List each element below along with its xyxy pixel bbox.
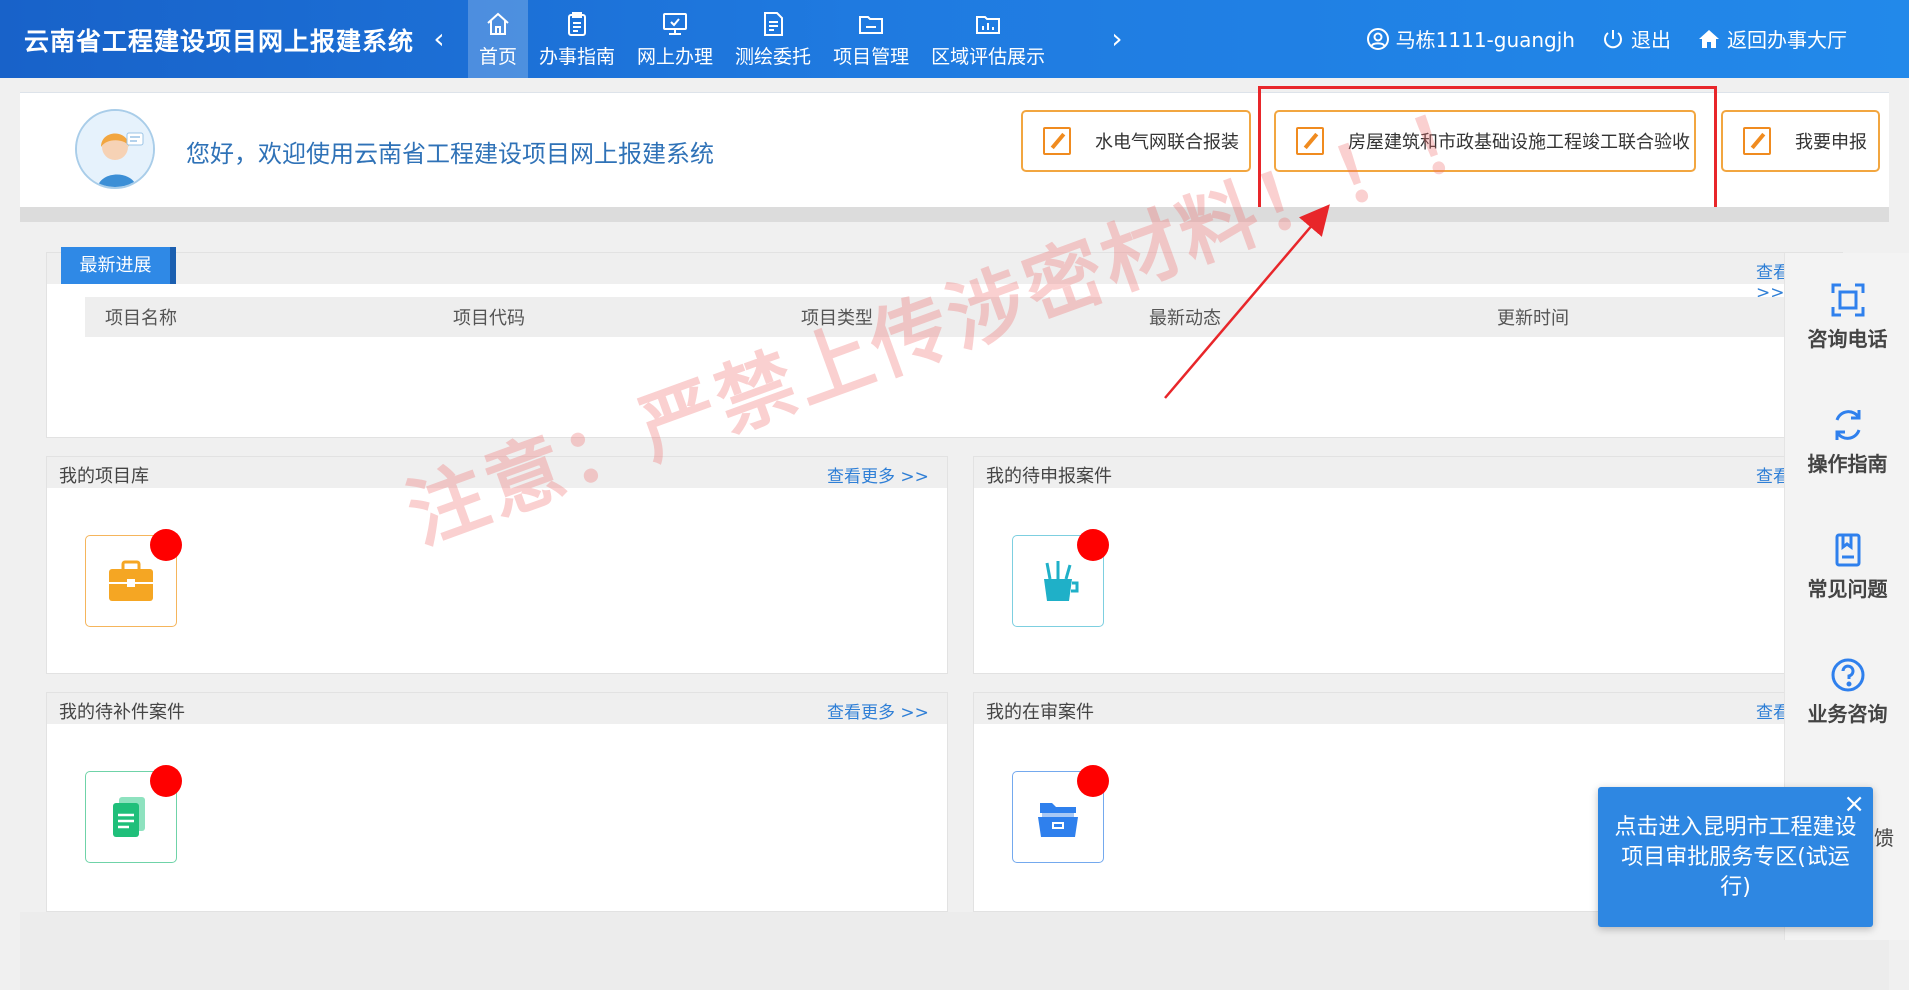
- supplement-cases-panel: 我的待补件案件 查看更多 >>: [46, 692, 948, 912]
- user-icon: [1366, 27, 1389, 50]
- nav-project-label: 项目管理: [833, 45, 910, 68]
- avatar: [75, 109, 155, 189]
- latest-progress-tag: 最新进展: [61, 247, 176, 284]
- nav-guide-label: 办事指南: [539, 45, 616, 68]
- sidebar-label: 操作指南: [1807, 452, 1888, 476]
- sidebar-item-guide[interactable]: 操作指南: [1785, 406, 1909, 477]
- user-area: 马栋1111-guangjh 退出 返回办事大厅: [1366, 24, 1847, 53]
- nav-guide[interactable]: 办事指南: [528, 0, 626, 78]
- briefcase-icon: [109, 560, 153, 601]
- col-update-time: 更新时间: [1497, 308, 1569, 329]
- welcome-message: 您好，欢迎使用云南省工程建设项目网上报建系统: [186, 140, 714, 168]
- in-review-cases-title: 我的在审案件: [986, 702, 1094, 723]
- top-header: 云南省工程建设项目网上报建系统 ‹ 首页 办事指南 网上办理 测绘委托 项目管理…: [0, 0, 1909, 78]
- col-latest-update: 最新动态: [1149, 308, 1221, 329]
- utility-joint-install-button[interactable]: 水电气网联合报装: [1021, 110, 1251, 172]
- divider-strip: [20, 207, 1889, 222]
- pending-cases-panel: 我的待申报案件 查看更多 >>: [973, 456, 1875, 674]
- nav-survey-label: 测绘委托: [735, 45, 812, 68]
- documents-icon: [113, 797, 145, 837]
- back-hall-label: 返回办事大厅: [1727, 28, 1847, 52]
- edit-icon: [1043, 127, 1071, 155]
- notification-dot: [1077, 765, 1109, 797]
- sidebar-label: 常见问题: [1807, 577, 1888, 601]
- notification-dot: [1077, 529, 1109, 561]
- folder-chart-icon: [976, 15, 1001, 34]
- phone-frame-icon: [1831, 283, 1864, 317]
- nav-project[interactable]: 项目管理: [822, 0, 920, 78]
- highlight-box: [1258, 86, 1717, 210]
- nav-online-label: 网上办理: [637, 45, 714, 68]
- house-icon: [1699, 29, 1719, 48]
- nav-next-arrow[interactable]: ›: [1105, 22, 1129, 56]
- home-icon: [487, 12, 509, 35]
- sidebar-hidden-label: 馈: [1874, 826, 1894, 850]
- my-projects-more-link[interactable]: 查看更多 >>: [827, 462, 929, 487]
- user-profile[interactable]: 马栋1111-guangjh: [1366, 24, 1575, 53]
- system-title: 云南省工程建设项目网上报建系统: [24, 27, 415, 56]
- notification-dot: [150, 529, 182, 561]
- clipboard-icon: [568, 11, 587, 36]
- folder-box-icon: [1038, 803, 1078, 837]
- power-icon: [1604, 29, 1622, 48]
- user-name: 马栋1111-guangjh: [1395, 28, 1575, 52]
- sidebar-item-faq[interactable]: 常见问题: [1785, 531, 1909, 602]
- logout-label: 退出: [1631, 28, 1671, 52]
- sidebar-item-phone[interactable]: 咨询电话: [1785, 281, 1909, 352]
- col-project-name: 项目名称: [105, 308, 177, 329]
- main-nav: 首页 办事指南 网上办理 测绘委托 项目管理 区域评估展示: [468, 0, 1056, 78]
- my-projects-title: 我的项目库: [59, 466, 149, 487]
- pending-cases-title: 我的待申报案件: [986, 466, 1112, 487]
- nav-survey[interactable]: 测绘委托: [724, 0, 822, 78]
- panel-header: [47, 457, 947, 488]
- apply-label: 我要申报: [1795, 132, 1867, 153]
- col-project-type: 项目类型: [801, 308, 873, 329]
- sidebar-item-consult[interactable]: 业务咨询: [1785, 656, 1909, 727]
- table-header: 项目名称 项目代码 项目类型 最新动态 更新时间: [85, 297, 1825, 337]
- pen-holder-icon: [1044, 561, 1079, 601]
- customer-service-avatar-icon: [77, 111, 153, 187]
- survey-document-icon: [764, 11, 784, 36]
- supplement-cases-more-link[interactable]: 查看更多 >>: [827, 698, 929, 723]
- nav-region-label: 区域评估展示: [931, 45, 1046, 68]
- col-project-code: 项目代码: [453, 308, 525, 329]
- monitor-icon: [663, 12, 688, 35]
- nav-home-label: 首页: [479, 45, 518, 68]
- nav-online[interactable]: 网上办理: [626, 0, 724, 78]
- folder-icon: [859, 15, 884, 34]
- latest-progress-panel: 最新进展 查看更多 >> 项目名称 项目代码 项目类型 最新动态 更新时间: [46, 247, 1843, 438]
- utility-joint-install-label: 水电气网联合报装: [1095, 132, 1239, 153]
- notification-dot: [150, 765, 182, 797]
- back-hall-button[interactable]: 返回办事大厅: [1697, 24, 1847, 53]
- nav-region[interactable]: 区域评估展示: [920, 0, 1056, 78]
- apply-button[interactable]: 我要申报: [1721, 110, 1880, 172]
- question-icon: [1831, 658, 1864, 692]
- nav-prev-arrow[interactable]: ‹: [427, 22, 451, 56]
- edit-icon: [1743, 127, 1771, 155]
- sidebar-label: 咨询电话: [1807, 327, 1888, 351]
- kunming-zone-popup[interactable]: × 点击进入昆明市工程建设项目审批服务专区(试运行): [1598, 787, 1873, 927]
- nav-home[interactable]: 首页: [468, 0, 529, 78]
- popup-message[interactable]: 点击进入昆明市工程建设项目审批服务专区(试运行): [1612, 813, 1859, 903]
- supplement-cases-title: 我的待补件案件: [59, 702, 185, 723]
- logout-button[interactable]: 退出: [1601, 24, 1671, 53]
- panel-header: [974, 693, 1874, 724]
- book-icon: [1835, 533, 1860, 567]
- my-projects-panel: 我的项目库 查看更多 >>: [46, 456, 948, 674]
- panel-header: [47, 253, 1842, 284]
- sidebar-label: 业务咨询: [1807, 702, 1888, 726]
- refresh-icon: [1835, 410, 1860, 440]
